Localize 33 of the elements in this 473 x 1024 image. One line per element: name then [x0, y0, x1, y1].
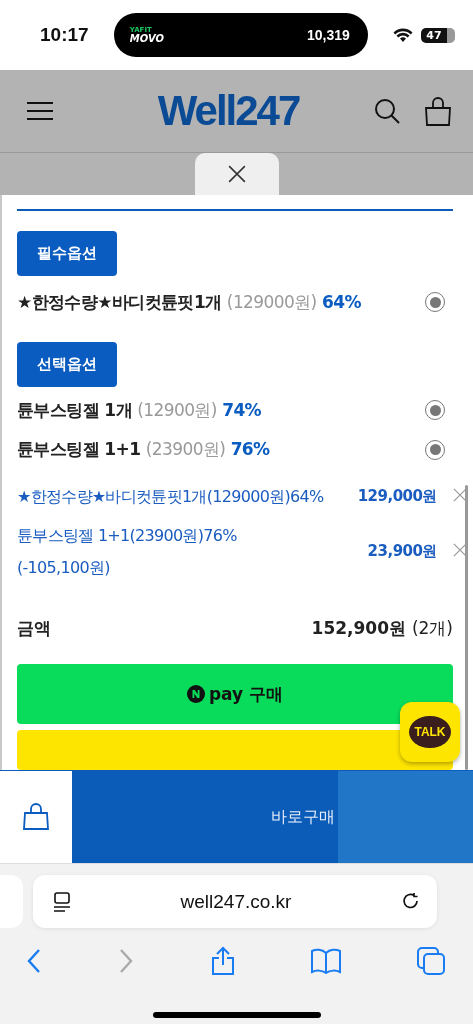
- kakao-talk-button[interactable]: TALK: [400, 702, 460, 762]
- close-button[interactable]: [194, 153, 279, 195]
- close-icon[interactable]: [227, 165, 246, 183]
- address-bar[interactable]: well247.co.kr: [33, 875, 437, 928]
- search-icon[interactable]: [373, 97, 401, 125]
- total-amount: 152,900원 (2개): [311, 617, 453, 641]
- section-label: 선택옵션: [17, 342, 117, 387]
- option-label: ★한정수량★바디컷튠핏1개 (129000원) 64%: [17, 290, 362, 314]
- status-time: 10:17: [40, 24, 89, 46]
- wifi-icon: [393, 27, 413, 43]
- app-logo: MOVO: [129, 33, 164, 44]
- shopping-bag-icon[interactable]: [423, 96, 453, 126]
- battery-level: 47: [421, 27, 455, 43]
- url-text: well247.co.kr: [179, 890, 293, 913]
- cart-item-name: ★한정수량★바디컷튠핏1개(129000원)64%: [17, 485, 325, 508]
- cart-item-price: 129,000원: [357, 487, 437, 507]
- reader-icon: [53, 891, 71, 912]
- step-count: 10,319: [306, 27, 350, 43]
- buy-now-button[interactable]: 바로구매: [72, 771, 473, 863]
- tabs-icon[interactable]: [417, 947, 445, 975]
- section-label: 필수옵션: [17, 230, 117, 276]
- bookmarks-icon[interactable]: [310, 948, 341, 974]
- naver-n-icon: [186, 685, 205, 703]
- back-icon[interactable]: [26, 948, 42, 974]
- option-label: 튠부스팅젤 1+1 (23900원) 76%: [17, 438, 271, 461]
- menu-icon[interactable]: [26, 101, 54, 121]
- cart-item-price: 23,900원: [367, 542, 437, 562]
- shopping-bag-icon: [23, 803, 49, 831]
- share-icon[interactable]: [210, 946, 235, 976]
- npay-button[interactable]: pay 구매: [17, 664, 453, 724]
- option-label: 튠부스팅젤 1개 (12900원) 74%: [17, 398, 263, 422]
- cart-item-name: 튠부스팅젤 1+1(23900원)76% (-105,100원): [17, 524, 238, 579]
- total-label: 금액: [17, 617, 52, 641]
